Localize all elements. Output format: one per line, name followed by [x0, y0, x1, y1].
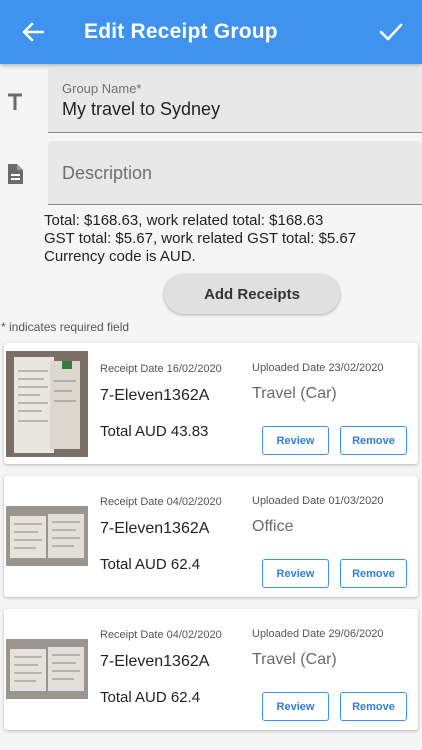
back-button[interactable] — [18, 18, 48, 46]
review-button[interactable]: Review — [262, 692, 329, 721]
arrow-left-icon — [22, 22, 44, 42]
receipt-image-icon — [6, 506, 88, 566]
remove-button[interactable]: Remove — [340, 426, 407, 455]
totals-summary: Total: $168.63, work related total: $168… — [44, 212, 414, 266]
receipt-date: Receipt Date 16/02/2020 — [100, 363, 222, 375]
summary-line-total: Total: $168.63, work related total: $168… — [44, 212, 324, 229]
merchant-name: 7-Eleven1362A — [100, 520, 210, 537]
group-name-field[interactable]: Group Name* My travel to Sydney — [48, 67, 422, 133]
add-receipts-button[interactable]: Add Receipts — [164, 274, 340, 314]
receipt-total: Total AUD 62.4 — [100, 556, 201, 573]
receipt-total: Total AUD 43.83 — [100, 423, 209, 440]
receipt-thumbnail[interactable] — [6, 506, 88, 566]
receipt-category: Office — [252, 518, 294, 535]
uploaded-date: Uploaded Date 29/06/2020 — [252, 628, 384, 640]
description-field[interactable]: Description — [48, 141, 422, 205]
uploaded-date: Uploaded Date 01/03/2020 — [252, 495, 384, 507]
group-name-label: Group Name* — [62, 81, 142, 96]
group-name-value[interactable]: My travel to Sydney — [62, 99, 220, 120]
receipt-thumbnail[interactable] — [6, 351, 88, 457]
summary-line-currency: Currency code is AUD. — [44, 248, 196, 265]
required-field-note: * indicates required field — [1, 320, 130, 334]
description-placeholder[interactable]: Description — [62, 163, 152, 184]
remove-button[interactable]: Remove — [340, 692, 407, 721]
receipt-image-icon — [6, 351, 88, 457]
merchant-name: 7-Eleven1362A — [100, 653, 210, 670]
receipt-category: Travel (Car) — [252, 651, 337, 668]
receipt-date: Receipt Date 04/02/2020 — [100, 496, 222, 508]
receipt-card[interactable]: Receipt Date 04/02/2020 Uploaded Date 29… — [4, 609, 418, 730]
save-button[interactable] — [376, 18, 406, 46]
uploaded-date: Uploaded Date 23/02/2020 — [252, 362, 384, 374]
summary-line-gst: GST total: $5.67, work related GST total… — [44, 230, 357, 247]
receipt-image-icon — [6, 639, 88, 699]
receipt-total: Total AUD 62.4 — [100, 689, 201, 706]
receipt-thumbnail[interactable] — [6, 639, 88, 699]
document-icon — [4, 162, 26, 186]
receipt-category: Travel (Car) — [252, 385, 337, 402]
receipt-date: Receipt Date 04/02/2020 — [100, 629, 222, 641]
review-button[interactable]: Review — [262, 426, 329, 455]
remove-button[interactable]: Remove — [340, 559, 407, 588]
page-title: Edit Receipt Group — [84, 20, 278, 43]
review-button[interactable]: Review — [262, 559, 329, 588]
app-bar: Edit Receipt Group — [0, 0, 422, 64]
receipt-card[interactable]: Receipt Date 04/02/2020 Uploaded Date 01… — [4, 476, 418, 597]
receipt-card[interactable]: Receipt Date 16/02/2020 Uploaded Date 23… — [4, 343, 418, 464]
check-icon — [379, 23, 403, 41]
text-format-icon — [4, 90, 26, 114]
merchant-name: 7-Eleven1362A — [100, 387, 210, 404]
